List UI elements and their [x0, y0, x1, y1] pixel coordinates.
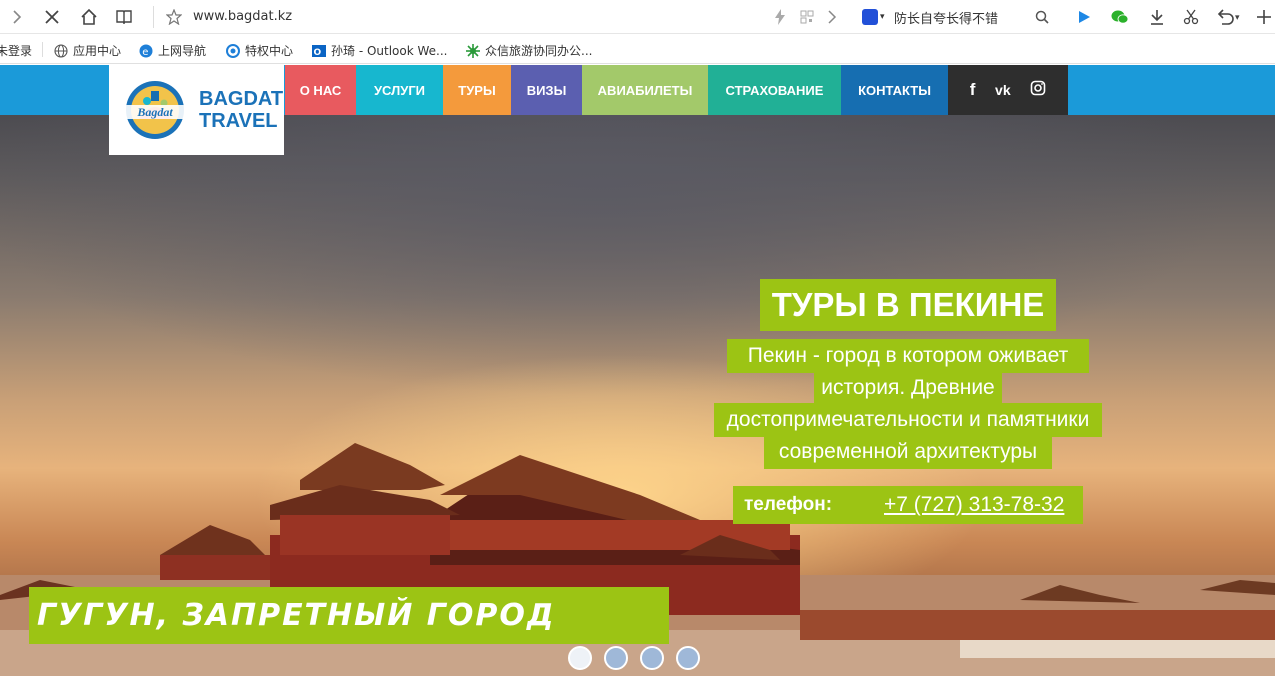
svg-text:e: e: [142, 47, 148, 58]
bookmark-uto[interactable]: 众信旅游协同办公...: [466, 42, 592, 59]
bookmark-label: 未登录: [0, 44, 33, 58]
nav-contacts[interactable]: КОНТАКТЫ: [841, 65, 948, 115]
social-links: f vk: [948, 65, 1068, 115]
facebook-icon[interactable]: f: [970, 80, 976, 100]
bookmark-label: 应用中心: [73, 44, 122, 58]
bookmark-app-center[interactable]: 应用中心: [54, 42, 121, 59]
svg-text:▾: ▾: [1235, 12, 1240, 22]
reading-mode-icon[interactable]: [112, 5, 136, 29]
site-logo[interactable]: Bagdat BAGDAT TRAVEL: [109, 65, 284, 155]
slide-title: ТУРЫ В ПЕКИНЕ: [760, 279, 1056, 331]
nav-air-tickets[interactable]: АВИАБИЛЕТЫ: [582, 65, 708, 115]
forward-icon[interactable]: [5, 5, 29, 29]
menu-plus-icon[interactable]: [1252, 5, 1275, 29]
slide-description-line: достопримечательности и памятники: [714, 403, 1102, 437]
nav-visas[interactable]: ВИЗЫ: [511, 65, 582, 115]
nav-insurance[interactable]: СТРАХОВАНИЕ: [708, 65, 841, 115]
bookmark-navigation[interactable]: e 上网导航: [139, 42, 206, 59]
bookmarks-bar: 未登录 应用中心 e 上网导航 特权中心 O 孙琦 - Outlook We..…: [0, 35, 1275, 64]
slide-description-line: история. Древние: [814, 371, 1002, 405]
slider-dot-4[interactable]: [676, 646, 700, 670]
nav-services[interactable]: УСЛУГИ: [356, 65, 443, 115]
home-icon[interactable]: [77, 5, 101, 29]
bookmark-label: 孙琦 - Outlook We...: [331, 44, 448, 58]
nav-about[interactable]: О НАС: [285, 65, 356, 115]
download-icon[interactable]: [1145, 5, 1169, 29]
svg-text:O: O: [314, 48, 322, 58]
search-box[interactable]: ▾ 防长自夸长得不错: [858, 6, 1053, 28]
logo-wordmark: BAGDAT TRAVEL: [199, 88, 283, 132]
globe-icon: [54, 43, 68, 58]
slide-description-line: Пекин - город в котором оживает: [727, 339, 1089, 373]
bookmark-login[interactable]: 未登录: [0, 42, 32, 59]
bookmark-privilege[interactable]: 特权中心: [226, 42, 293, 59]
bookmark-label: 上网导航: [158, 44, 207, 58]
bookmark-divider: [42, 42, 43, 57]
logo-script-text: Bagdat: [136, 105, 173, 119]
logo-line2: TRAVEL: [199, 110, 278, 132]
bookmark-outlook[interactable]: O 孙琦 - Outlook We...: [312, 42, 448, 59]
stop-loading-icon[interactable]: [40, 5, 64, 29]
instagram-icon[interactable]: [1030, 80, 1046, 100]
video-play-icon[interactable]: [1072, 5, 1096, 29]
nav-tours[interactable]: ТУРЫ: [443, 65, 511, 115]
baidu-paw-icon: [862, 9, 878, 25]
vk-icon[interactable]: vk: [995, 82, 1011, 98]
chevron-right-icon[interactable]: [820, 5, 844, 29]
phone-link[interactable]: +7 (727) 313-78-32: [884, 493, 1064, 517]
wechat-icon[interactable]: [1108, 5, 1132, 29]
bookmark-label: 特权中心: [245, 44, 294, 58]
slide-caption: Гугун, запретный город: [29, 587, 669, 644]
browser-toolbar: www.bagdat.kz ▾ 防长自夸长得不错 ▾: [0, 0, 1275, 34]
bookmark-label: 众信旅游协同办公...: [485, 44, 593, 58]
uto-icon: [466, 43, 480, 58]
lightning-icon[interactable]: [768, 5, 792, 29]
phone-label: телефон:: [744, 494, 833, 515]
address-divider: [153, 6, 154, 28]
engine-dropdown-icon[interactable]: ▾: [880, 11, 885, 22]
logo-line1: BAGDAT: [199, 88, 284, 110]
search-icon[interactable]: [1030, 5, 1054, 29]
search-query[interactable]: 防长自夸长得不错: [894, 8, 998, 27]
web-page: Bagdat BAGDAT TRAVEL О НАС УСЛУГИ ТУРЫ В…: [0, 65, 1275, 676]
scissors-icon[interactable]: [1179, 5, 1203, 29]
privilege-icon: [226, 43, 240, 58]
logo-emblem-icon: Bagdat: [123, 81, 187, 139]
undo-close-tab-icon[interactable]: ▾: [1213, 5, 1245, 29]
qr-code-icon[interactable]: [795, 5, 819, 29]
phone-box: телефон: +7 (727) 313-78-32: [733, 486, 1083, 524]
slide-description-line: современной архитектуры: [764, 435, 1052, 469]
outlook-icon: O: [312, 44, 326, 58]
ie-icon: e: [139, 44, 153, 58]
address-bar-url[interactable]: www.bagdat.kz: [193, 9, 292, 24]
slider-dot-1[interactable]: [568, 646, 592, 670]
slider-dot-2[interactable]: [604, 646, 628, 670]
slider-dot-3[interactable]: [640, 646, 664, 670]
favorite-star-icon[interactable]: [162, 5, 186, 29]
